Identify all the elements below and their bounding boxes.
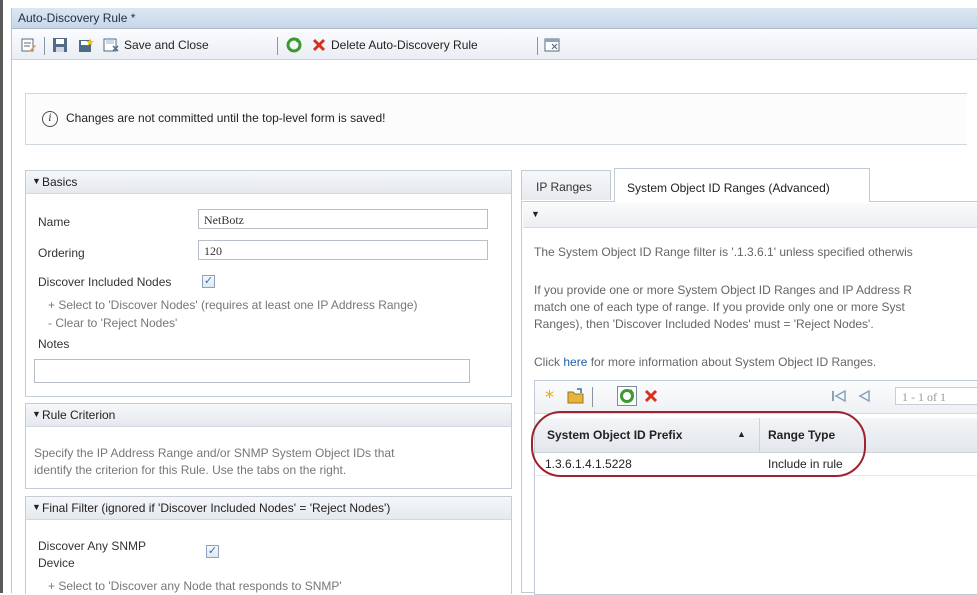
sysobj-default-filter-text: The System Object ID Range filter is '.1… xyxy=(534,245,913,259)
collapse-arrow-icon: ▼ xyxy=(531,209,540,219)
rule-criterion-header[interactable]: ▼ Rule Criterion xyxy=(26,404,511,427)
grid-refresh-icon[interactable] xyxy=(617,386,637,406)
previous-page-icon[interactable] xyxy=(857,389,871,406)
svg-text:*: * xyxy=(545,387,554,405)
name-label: Name xyxy=(38,215,71,229)
toolbar-separator xyxy=(277,37,278,55)
discover-hint-clear: - Clear to 'Reject Nodes' xyxy=(48,316,178,330)
save-icon[interactable] xyxy=(52,36,68,54)
ordering-field[interactable]: 120 xyxy=(198,240,488,260)
delete-rule-button[interactable]: Delete Auto-Discovery Rule xyxy=(312,36,478,54)
more-info-prefix: Click xyxy=(534,355,564,369)
rule-criterion-title: Rule Criterion xyxy=(42,408,116,422)
discover-any-snmp-label-line2: Device xyxy=(38,556,75,570)
collapse-arrow-icon: ▼ xyxy=(32,502,41,512)
toolbar-separator xyxy=(537,37,538,55)
grid-toolbar-separator xyxy=(592,387,593,407)
new-icon[interactable]: * xyxy=(543,387,559,408)
toolbar: Save and Close Delete Auto-Discovery Rul… xyxy=(12,29,977,60)
more-info-suffix: for more information about System Object… xyxy=(587,355,877,369)
discover-included-nodes-label: Discover Included Nodes xyxy=(38,275,172,289)
basics-header[interactable]: ▼ Basics xyxy=(26,171,511,194)
save-and-close-label: Save and Close xyxy=(124,38,209,52)
discover-hint-select: + Select to 'Discover Nodes' (requires a… xyxy=(48,298,418,312)
delete-rule-label: Delete Auto-Discovery Rule xyxy=(331,38,478,52)
final-filter-title: Final Filter (ignored if 'Discover Inclu… xyxy=(42,501,391,515)
basics-panel: ▼ Basics Name NetBotz Ordering 120 Disco… xyxy=(25,170,512,397)
collapse-arrow-icon: ▼ xyxy=(32,409,41,419)
final-filter-header[interactable]: ▼ Final Filter (ignored if 'Discover Inc… xyxy=(26,497,511,520)
left-edge xyxy=(0,0,3,593)
commit-notice: i Changes are not committed until the to… xyxy=(25,93,967,145)
sysobj-info-line1: If you provide one or more System Object… xyxy=(534,283,912,297)
final-filter-panel: ▼ Final Filter (ignored if 'Discover Inc… xyxy=(25,496,512,594)
highlight-annotation xyxy=(531,411,866,477)
discover-included-nodes-checkbox[interactable]: ✓ xyxy=(202,275,215,288)
tab-ip-ranges-label: IP Ranges xyxy=(536,180,592,194)
window-titlebar: Auto-Discovery Rule * xyxy=(12,8,977,29)
tab-system-object-id-ranges-label: System Object ID Ranges (Advanced) xyxy=(627,181,830,195)
rule-criterion-panel: ▼ Rule Criterion Specify the IP Address … xyxy=(25,403,512,489)
snmp-hint: + Select to 'Discover any Node that resp… xyxy=(48,579,342,593)
close-form-icon[interactable] xyxy=(544,36,560,54)
grid-delete-icon[interactable] xyxy=(644,389,658,406)
collapse-arrow-icon: ▼ xyxy=(32,176,41,186)
open-folder-icon[interactable] xyxy=(567,388,585,407)
commit-notice-text: Changes are not committed until the top-… xyxy=(66,111,386,125)
discover-any-snmp-checkbox[interactable]: ✓ xyxy=(206,545,219,558)
basics-title: Basics xyxy=(42,175,78,189)
rule-criterion-text-line2: identify the criterion for this Rule. Us… xyxy=(34,463,347,477)
notes-field[interactable] xyxy=(34,359,470,383)
info-icon: i xyxy=(42,111,58,127)
refresh-icon[interactable] xyxy=(286,36,302,54)
tab-ip-ranges[interactable]: IP Ranges xyxy=(521,170,611,200)
pager-field[interactable]: 1 - 1 of 1 xyxy=(895,387,977,405)
discover-any-snmp-label-line1: Discover Any SNMP xyxy=(38,539,147,553)
edit-icon[interactable] xyxy=(20,36,36,54)
tab-system-object-id-ranges[interactable]: System Object ID Ranges (Advanced) xyxy=(614,168,870,202)
toolbar-separator xyxy=(44,37,45,55)
sysobj-info-line3: Ranges), then 'Discover Included Nodes' … xyxy=(534,317,874,331)
sysobj-collapse-bar[interactable]: ▼ xyxy=(523,203,977,228)
more-info-link[interactable]: here xyxy=(563,355,587,369)
notes-label: Notes xyxy=(38,337,70,351)
name-field[interactable]: NetBotz xyxy=(198,209,488,229)
save-and-new-icon[interactable] xyxy=(77,36,95,54)
rule-criterion-text-line1: Specify the IP Address Range and/or SNMP… xyxy=(34,446,395,460)
first-page-icon[interactable] xyxy=(831,389,847,406)
sysobj-info-line2: match one of each type of range. If you … xyxy=(534,300,905,314)
ordering-label: Ordering xyxy=(38,246,85,260)
save-and-close-button[interactable]: Save and Close xyxy=(103,36,209,54)
delete-icon xyxy=(312,38,326,52)
sysobj-more-info: Click here for more information about Sy… xyxy=(534,354,876,371)
save-and-close-icon xyxy=(103,38,119,52)
window-title: Auto-Discovery Rule * xyxy=(18,11,136,25)
